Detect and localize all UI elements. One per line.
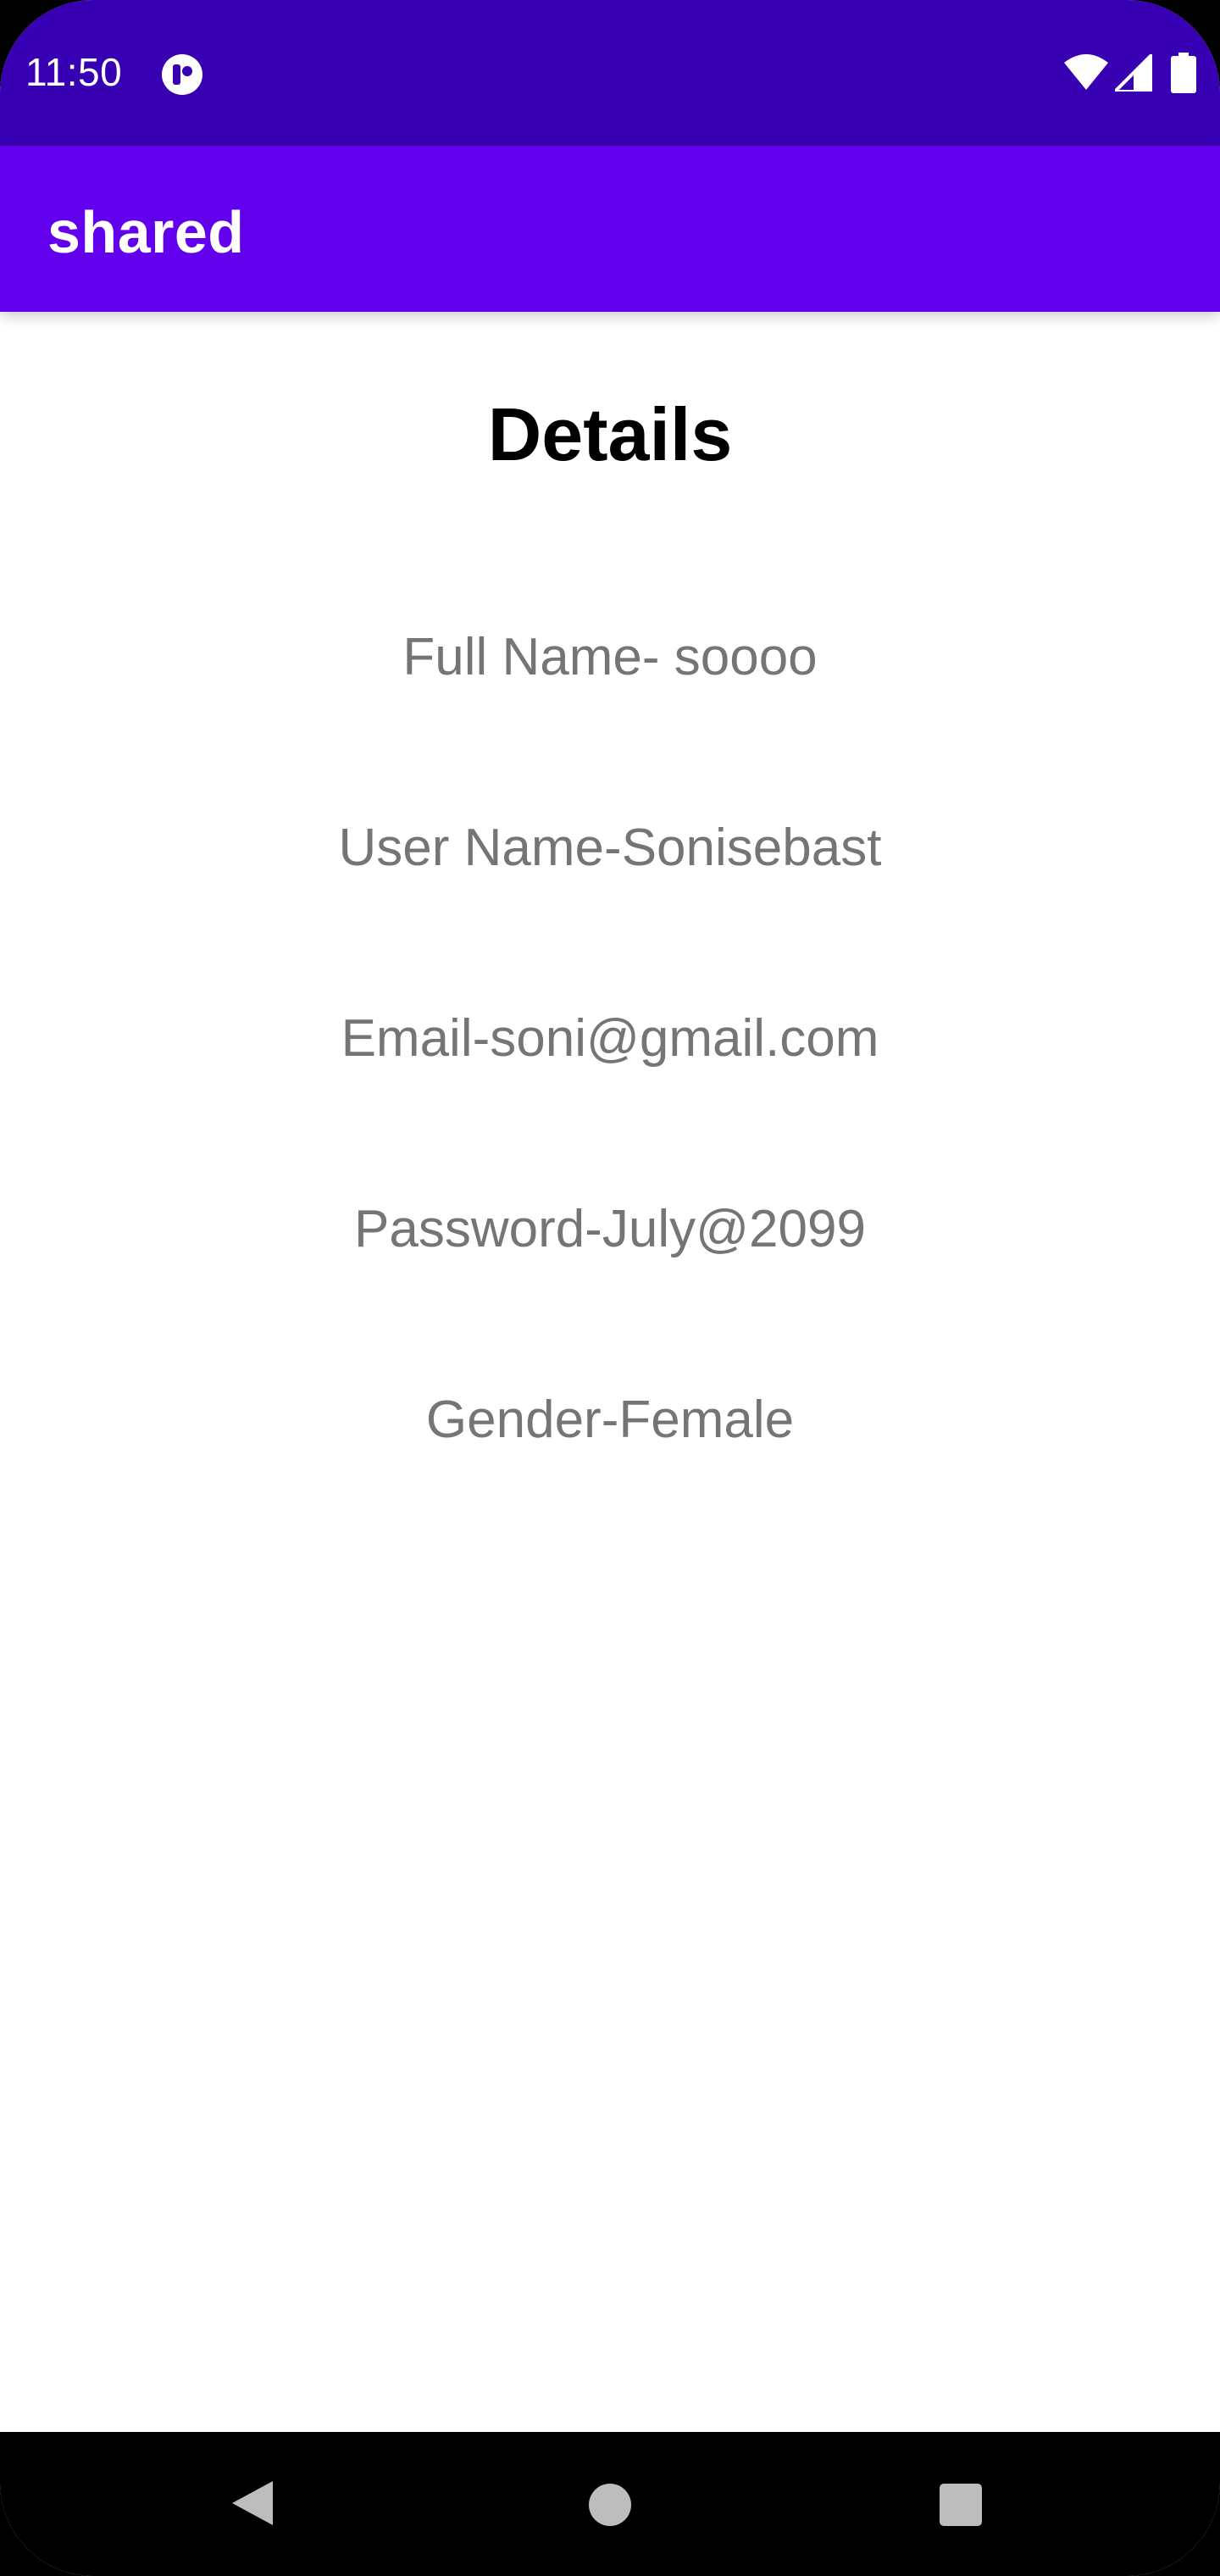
- back-icon[interactable]: [229, 2476, 280, 2530]
- battery-icon: [1171, 53, 1196, 93]
- phone-screen: 11:50 shared Details Full Name- soooo Us…: [0, 0, 1220, 2576]
- home-icon[interactable]: [586, 2481, 634, 2529]
- app-title: shared: [47, 199, 245, 265]
- detail-full-name: Full Name- soooo: [402, 628, 818, 686]
- page-heading: Details: [487, 392, 733, 476]
- cell-signal-icon: [1115, 54, 1152, 92]
- detail-user-name: User Name-Sonisebast: [338, 819, 882, 877]
- detail-password: Password-July@2099: [354, 1200, 866, 1258]
- detail-email: Email-soni@gmail.com: [341, 1009, 879, 1068]
- wifi-icon: [1064, 54, 1108, 90]
- navigation-bar: [0, 2432, 1220, 2576]
- detail-gender: Gender-Female: [425, 1391, 795, 1449]
- notification-icon: [162, 54, 202, 95]
- recents-icon[interactable]: [937, 2481, 984, 2529]
- status-time: 11:50: [25, 50, 123, 94]
- app-bar: shared: [0, 146, 1220, 312]
- status-bar: 11:50: [0, 0, 1220, 146]
